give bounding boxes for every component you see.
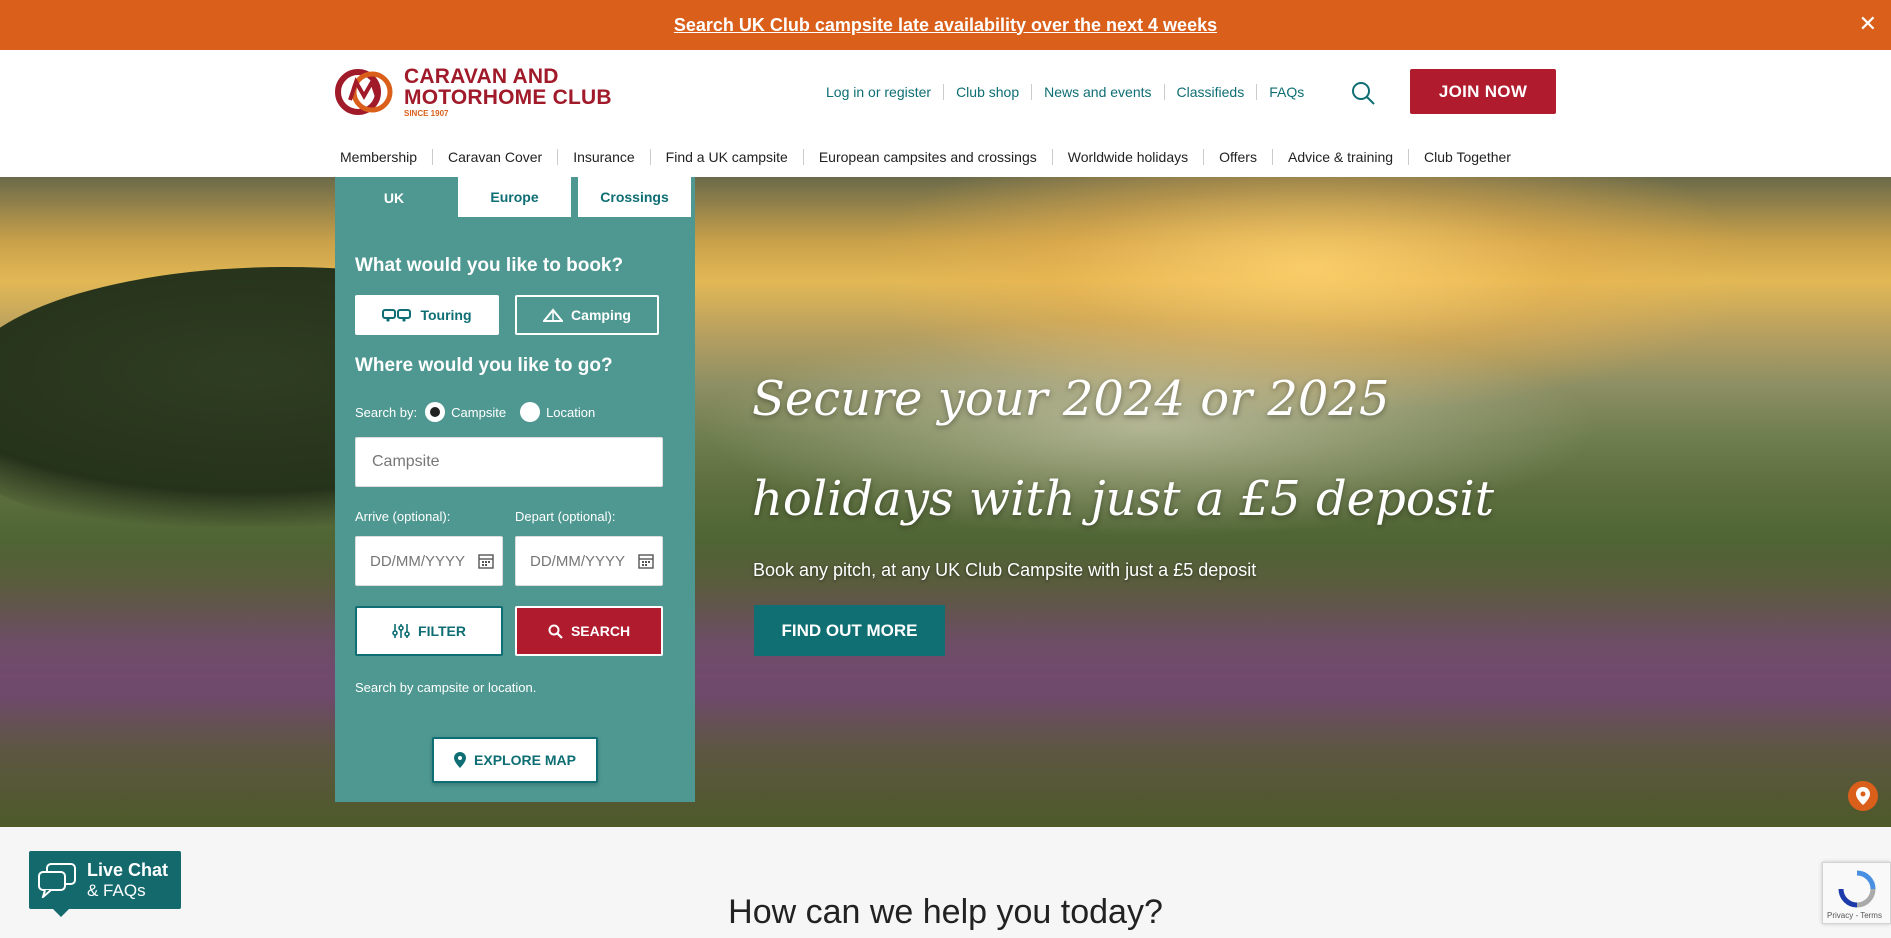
hero-heather [0, 577, 1891, 827]
club-logo[interactable]: CARAVAN AND MOTORHOME CLUB SINCE 1907 [334, 66, 612, 118]
arrive-label: Arrive (optional): [355, 509, 451, 524]
search-icon[interactable] [1350, 80, 1376, 106]
radio-campsite-label: Campsite [451, 404, 507, 420]
filter-sliders-icon [392, 624, 410, 638]
nav-find-uk-campsite[interactable]: Find a UK campsite [649, 149, 803, 165]
depart-date-input[interactable]: DD/MM/YYYY [515, 536, 663, 586]
recaptcha-badge[interactable]: Privacy - Terms [1822, 862, 1891, 924]
live-chat-line-2: & FAQs [87, 880, 146, 900]
close-icon[interactable]: ✕ [1859, 12, 1877, 36]
recaptcha-terms[interactable]: Privacy - Terms [1827, 911, 1882, 920]
go-heading: Where would you like to go? [355, 355, 613, 376]
join-now-button[interactable]: JOIN NOW [1410, 69, 1556, 114]
utility-link-login[interactable]: Log in or register [818, 84, 943, 100]
logo-since: SINCE 1907 [404, 109, 449, 118]
site-header: CARAVAN AND MOTORHOME CLUB SINCE 1907 Lo… [0, 50, 1891, 178]
main-nav: Membership Caravan Cover Insurance Find … [334, 149, 1526, 165]
tab-uk[interactable]: UK [335, 177, 453, 219]
utility-link-shop[interactable]: Club shop [943, 84, 1031, 100]
nav-european-campsites[interactable]: European campsites and crossings [802, 149, 1052, 165]
booking-panel: UK Europe Crossings What would you like … [335, 177, 695, 802]
search-button[interactable]: SEARCH [515, 606, 663, 656]
radio-location-label: Location [546, 404, 596, 420]
nav-offers[interactable]: Offers [1203, 149, 1272, 165]
hero-subtitle: Book any pitch, at any UK Club Campsite … [753, 560, 1257, 580]
radio-location[interactable] [520, 402, 541, 422]
tent-icon [543, 308, 564, 322]
live-chat-button[interactable]: Live Chat & FAQs [29, 851, 181, 917]
hero-banner: Secure your 2024 or 2025 holidays with j… [0, 177, 1891, 827]
club-logo-icon [335, 69, 393, 115]
explore-map-label: EXPLORE MAP [474, 752, 576, 768]
camping-button[interactable]: Camping [515, 295, 659, 335]
live-chat-text: Live Chat & FAQs [87, 860, 168, 900]
filter-button[interactable]: FILTER [355, 606, 503, 656]
calendar-icon [638, 554, 654, 569]
utility-link-news[interactable]: News and events [1031, 84, 1163, 100]
help-heading: How can we help you today? [728, 893, 1163, 931]
live-chat-line-1: Live Chat [87, 859, 169, 880]
tab-crossings[interactable]: Crossings [576, 177, 693, 219]
late-availability-link[interactable]: Search UK Club campsite late availabilit… [674, 15, 1217, 36]
touring-button[interactable]: Touring [355, 295, 499, 335]
map-pin-icon[interactable] [1848, 781, 1878, 811]
search-by-group: Search by: Campsite Location [355, 402, 595, 422]
calendar-icon [478, 554, 494, 569]
logo-line-1: CARAVAN AND [404, 65, 559, 88]
touring-label: Touring [420, 307, 472, 323]
depart-label: Depart (optional): [515, 509, 616, 524]
location-pin-icon [454, 752, 467, 768]
arrive-date-placeholder: DD/MM/YYYY [370, 552, 466, 570]
utility-link-faqs[interactable]: FAQs [1256, 84, 1316, 100]
depart-date-placeholder: DD/MM/YYYY [530, 552, 626, 570]
explore-map-button[interactable]: EXPLORE MAP [432, 737, 598, 783]
search-by-label: Search by: [355, 404, 418, 420]
nav-caravan-cover[interactable]: Caravan Cover [432, 149, 557, 165]
logo-wordmark: CARAVAN AND MOTORHOME CLUB SINCE 1907 [404, 66, 612, 118]
campsite-input[interactable]: Campsite [355, 437, 663, 487]
filter-label: FILTER [418, 623, 466, 639]
camping-label: Camping [571, 307, 631, 323]
caravan-icon [382, 309, 412, 322]
radio-campsite[interactable] [425, 402, 446, 422]
chat-bubbles-icon [38, 863, 76, 898]
booking-tabs: UK Europe Crossings [335, 177, 695, 219]
nav-worldwide-holidays[interactable]: Worldwide holidays [1051, 149, 1203, 165]
search-label: SEARCH [570, 623, 631, 639]
tab-europe[interactable]: Europe [456, 177, 573, 219]
announcement-banner: Search UK Club campsite late availabilit… [0, 0, 1891, 50]
arrive-date-input[interactable]: DD/MM/YYYY [355, 536, 503, 586]
hero-title: Secure your 2024 or 2025 holidays with j… [752, 371, 1494, 527]
nav-club-together[interactable]: Club Together [1408, 149, 1526, 165]
magnifier-icon [548, 624, 563, 639]
recaptcha-icon [1838, 870, 1876, 908]
find-out-more-button[interactable]: FIND OUT MORE [754, 605, 945, 656]
utility-nav: Log in or register Club shop News and ev… [818, 84, 1316, 100]
book-heading: What would you like to book? [355, 255, 624, 276]
nav-membership[interactable]: Membership [334, 149, 432, 165]
logo-line-2: MOTORHOME CLUB [404, 86, 612, 109]
utility-link-classifieds[interactable]: Classifieds [1163, 84, 1257, 100]
nav-advice-training[interactable]: Advice & training [1271, 149, 1408, 165]
search-hint: Search by campsite or location. [355, 680, 537, 695]
nav-insurance[interactable]: Insurance [557, 149, 649, 165]
